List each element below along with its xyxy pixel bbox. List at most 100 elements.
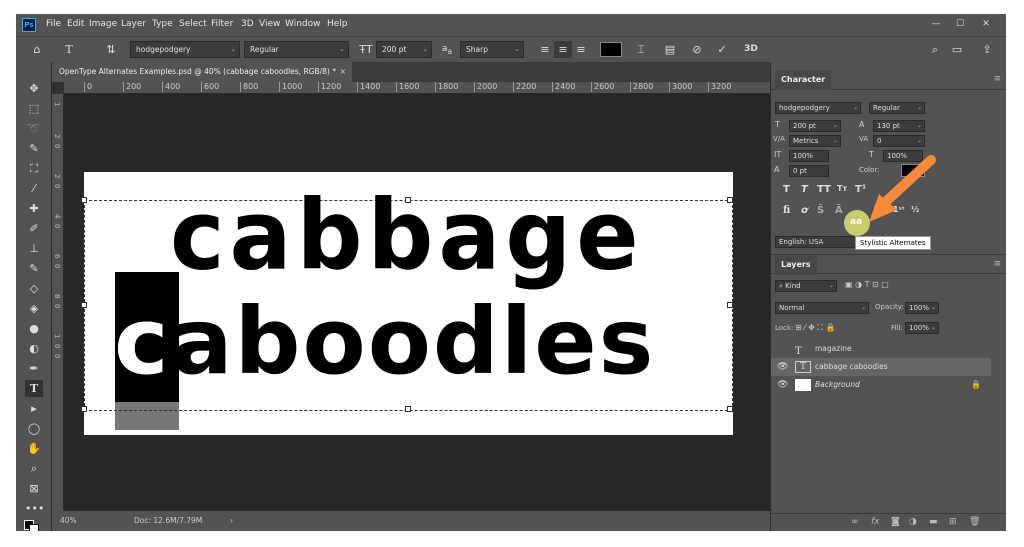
layers-panel-tab[interactable]: Layers — [775, 255, 817, 275]
lock-icons[interactable]: ⊞ ⁄ ✥ ⛶ 🔒 — [795, 323, 835, 333]
warp-text-icon[interactable]: ⌶ — [632, 41, 650, 58]
dodge-tool-icon[interactable]: ◐ — [25, 340, 43, 357]
text-orientation-icon[interactable]: ⇅ — [102, 41, 120, 58]
close-window-icon[interactable]: ✕ — [976, 17, 996, 31]
magic-wand-icon[interactable]: ✎ — [25, 140, 43, 157]
canvas-text-line2[interactable]: caboodles — [114, 288, 655, 395]
antialias-select[interactable]: Sharp ⌄ — [460, 41, 524, 58]
canvas-text-line1[interactable]: cabbage — [170, 179, 644, 291]
document-canvas[interactable]: cabbage caboodles — [81, 172, 733, 435]
layer-row[interactable]: 👁 Background 🔒 — [771, 376, 991, 394]
move-tool-icon[interactable]: ✥ — [25, 80, 43, 97]
adjustment-icon[interactable]: ◑ — [909, 517, 917, 527]
new-layer-icon[interactable]: ⊞ — [949, 517, 957, 527]
all-caps-icon[interactable]: TT — [817, 184, 831, 195]
group-icon[interactable]: ▬ — [929, 517, 938, 527]
menu-edit[interactable]: Edit — [67, 19, 84, 29]
transform-handle[interactable] — [727, 302, 733, 308]
visibility-eye-icon[interactable]: 👁 — [777, 376, 788, 394]
small-caps-icon[interactable]: Tт — [837, 184, 847, 193]
align-left-icon[interactable]: ≡ — [536, 41, 554, 58]
align-right-icon[interactable]: ≡ — [572, 41, 590, 58]
minimize-icon[interactable]: — — [926, 17, 946, 31]
frame-tool-icon[interactable]: ⊠ — [25, 480, 43, 497]
status-menu-icon[interactable]: › — [230, 511, 233, 531]
mask-icon[interactable]: ◙ — [891, 517, 900, 527]
delete-layer-icon[interactable]: 🗑 — [969, 517, 980, 527]
more-tools-icon[interactable]: ••• — [25, 500, 44, 517]
menu-select[interactable]: Select — [179, 19, 207, 29]
visibility-eye-icon[interactable]: 👁 — [777, 358, 788, 376]
blur-tool-icon[interactable]: ● — [25, 320, 43, 337]
history-brush-icon[interactable]: ✎ — [25, 260, 43, 277]
zoom-level[interactable]: 40% — [60, 511, 77, 531]
lasso-tool-icon[interactable]: ➰ — [25, 120, 43, 137]
menu-type[interactable]: Type — [152, 19, 173, 29]
eraser-tool-icon[interactable]: ◇ — [25, 280, 43, 297]
canvas-text-line2-rest[interactable]: aboodles — [171, 288, 656, 395]
close-tab-icon[interactable]: × — [340, 62, 346, 82]
menu-help[interactable]: Help — [327, 19, 348, 29]
transform-handle[interactable] — [81, 302, 87, 308]
crop-tool-icon[interactable]: ⛶ — [25, 160, 43, 177]
background-color-swatch[interactable] — [29, 524, 39, 531]
font-style-select[interactable]: Regular ⌄ — [244, 41, 349, 58]
old-style-icon[interactable]: ơ — [801, 205, 808, 216]
document-tab[interactable]: OpenType Alternates Examples.psd @ 40% (… — [52, 62, 352, 82]
char-vscale-input[interactable]: 100% — [789, 150, 829, 162]
language-select[interactable]: English: USA⌄ — [775, 236, 861, 248]
healing-brush-icon[interactable]: ✚ — [25, 200, 43, 217]
zoom-tool-icon[interactable]: ⌕ — [25, 460, 43, 477]
layer-filter-select[interactable]: ⌕ Kind ⌄ — [775, 280, 837, 292]
panel-menu-icon[interactable]: ≡ — [993, 74, 1001, 84]
brush-tool-icon[interactable]: ✐ — [25, 220, 43, 237]
titling-alternates-icon[interactable]: Ā — [835, 205, 843, 216]
menu-layer[interactable]: Layer — [121, 19, 146, 29]
marquee-tool-icon[interactable]: ⬚ — [25, 100, 43, 117]
menu-image[interactable]: Image — [89, 19, 117, 29]
char-font-family-select[interactable]: hodgepodgery ⌄ — [775, 102, 861, 114]
font-size-select[interactable]: 200 pt ⌄ — [376, 41, 432, 58]
transform-handle[interactable] — [727, 406, 733, 412]
link-layers-icon[interactable]: ∞ — [851, 517, 859, 527]
blend-mode-select[interactable]: Normal ⌄ — [775, 302, 869, 314]
share-icon[interactable]: ⇪ — [978, 41, 996, 58]
transform-handle[interactable] — [81, 406, 87, 412]
paint-bucket-icon[interactable]: ◈ — [25, 300, 43, 317]
char-font-style-select[interactable]: Regular ⌄ — [869, 102, 925, 114]
swash-icon[interactable]: Ŝ — [817, 205, 824, 216]
character-panel-tab[interactable]: Character — [775, 70, 832, 90]
commit-icon[interactable]: ✓ — [713, 41, 731, 58]
menu-window[interactable]: Window — [285, 19, 321, 29]
text-color-swatch[interactable] — [600, 42, 622, 57]
canvas-area[interactable]: cabbage caboodles — [64, 94, 770, 511]
shape-tool-icon[interactable]: ◯ — [25, 420, 43, 437]
3d-button[interactable]: 3D — [742, 41, 760, 58]
type-tool-icon[interactable]: T — [60, 41, 78, 58]
stamp-tool-icon[interactable]: ⊥ — [25, 240, 43, 257]
hand-tool-icon[interactable]: ✋ — [25, 440, 43, 457]
transform-handle[interactable] — [81, 197, 87, 203]
path-select-icon[interactable]: ▸ — [25, 400, 43, 417]
pen-tool-icon[interactable]: ✒ — [25, 360, 43, 377]
selected-character[interactable]: c — [114, 288, 171, 395]
fx-icon[interactable]: fx — [871, 517, 880, 527]
workspace-icon[interactable]: ▭ — [948, 41, 966, 58]
transform-handle[interactable] — [405, 406, 411, 412]
layer-row-selected[interactable]: 👁 T cabbage caboodles — [771, 358, 991, 376]
char-tracking-select[interactable]: 0 ⌄ — [873, 135, 925, 147]
cancel-icon[interactable]: ⊘ — [688, 41, 706, 58]
layer-row[interactable]: T magazine — [771, 340, 991, 358]
char-baseline-input[interactable]: 0 pt — [789, 165, 829, 177]
char-kerning-select[interactable]: Metrics ⌄ — [789, 135, 841, 147]
fill-input[interactable]: 100% ⌄ — [905, 322, 939, 334]
faux-bold-icon[interactable]: T — [783, 184, 790, 195]
menu-view[interactable]: View — [259, 19, 280, 29]
align-center-icon[interactable]: ≡ — [554, 41, 572, 58]
font-family-select[interactable]: hodgepodgery ⌄ — [130, 41, 240, 58]
filter-icons[interactable]: ▣ ◑ T ⊡ ▢ — [845, 280, 889, 289]
opacity-input[interactable]: 100% ⌄ — [905, 302, 939, 314]
search-icon[interactable]: ⌕ — [926, 41, 944, 58]
ligatures-icon[interactable]: fi — [783, 205, 790, 216]
menu-filter[interactable]: Filter — [211, 19, 233, 29]
